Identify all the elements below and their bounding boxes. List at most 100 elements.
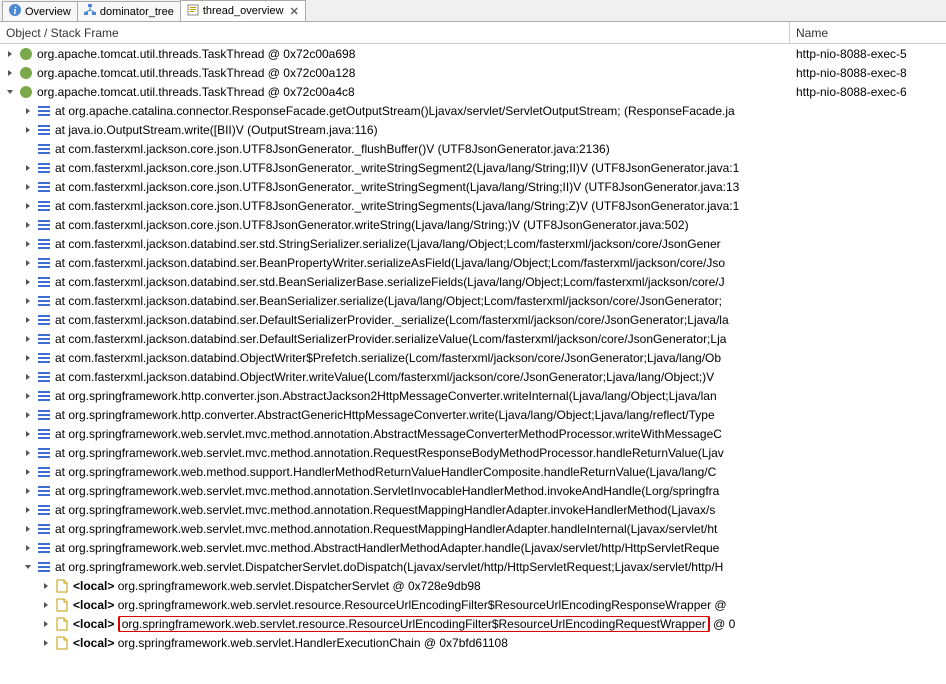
column-headers: Object / Stack Frame Name [0,22,946,44]
row-label: at org.springframework.web.servlet.Dispa… [55,560,723,574]
tree-row[interactable]: at org.apache.catalina.connector.Respons… [0,101,946,120]
tree-row[interactable]: <local> org.springframework.web.servlet.… [0,595,946,614]
tree-row[interactable]: at org.springframework.web.servlet.mvc.m… [0,481,946,500]
stack-icon [36,464,52,480]
expand-closed-icon[interactable] [22,124,34,136]
close-icon[interactable]: ✕ [290,5,299,18]
tab-dominator-tree[interactable]: dominator_tree [77,1,181,21]
expand-closed-icon[interactable] [22,409,34,421]
expand-closed-icon[interactable] [22,238,34,250]
tree-row[interactable]: at org.springframework.web.servlet.mvc.m… [0,519,946,538]
file-icon [54,597,70,613]
expand-closed-icon[interactable] [22,219,34,231]
tree-row[interactable]: at com.fasterxml.jackson.core.json.UTF8J… [0,139,946,158]
tree-row[interactable]: at org.springframework.http.converter.js… [0,386,946,405]
stack-icon [36,426,52,442]
tree-row[interactable]: at java.io.OutputStream.write([BII)V (Ou… [0,120,946,139]
expand-closed-icon[interactable] [22,371,34,383]
row-label: at com.fasterxml.jackson.databind.ser.De… [55,332,726,346]
stack-icon [36,236,52,252]
row-label: org.apache.tomcat.util.threads.TaskThrea… [37,66,355,80]
expand-closed-icon[interactable] [22,485,34,497]
tree-row[interactable]: at com.fasterxml.jackson.databind.Object… [0,367,946,386]
row-label: at org.springframework.http.converter.js… [55,389,717,403]
stack-icon [36,274,52,290]
tree-row[interactable]: at org.springframework.web.servlet.mvc.m… [0,538,946,557]
row-label: at com.fasterxml.jackson.databind.ser.st… [55,275,725,289]
expand-closed-icon[interactable] [22,504,34,516]
tree-row[interactable]: at org.springframework.web.servlet.Dispa… [0,557,946,576]
row-label: at com.fasterxml.jackson.core.json.UTF8J… [55,218,689,232]
tree-row[interactable]: <local> org.springframework.web.servlet.… [0,576,946,595]
expand-closed-icon[interactable] [4,67,16,79]
row-label: at org.springframework.web.servlet.mvc.m… [55,446,724,460]
tree-row[interactable]: at org.springframework.http.converter.Ab… [0,405,946,424]
column-object[interactable]: Object / Stack Frame [0,22,790,43]
tree-row[interactable]: at com.fasterxml.jackson.core.json.UTF8J… [0,196,946,215]
tree-row[interactable]: at com.fasterxml.jackson.databind.ser.st… [0,272,946,291]
tree-view[interactable]: org.apache.tomcat.util.threads.TaskThrea… [0,44,946,684]
stack-icon [36,103,52,119]
tree-row[interactable]: at com.fasterxml.jackson.databind.ser.Be… [0,291,946,310]
expand-closed-icon[interactable] [22,390,34,402]
stack-icon [36,179,52,195]
tree-row[interactable]: <local> org.springframework.web.servlet.… [0,633,946,652]
tab-label: thread_overview [203,5,284,17]
tab-label: dominator_tree [100,6,174,18]
column-name[interactable]: Name [790,22,946,43]
expand-closed-icon[interactable] [40,580,52,592]
tree-row[interactable]: at org.springframework.web.servlet.mvc.m… [0,424,946,443]
expand-closed-icon[interactable] [22,333,34,345]
tree-row[interactable]: at com.fasterxml.jackson.databind.ser.Be… [0,253,946,272]
tree-row[interactable]: at com.fasterxml.jackson.databind.Object… [0,348,946,367]
stack-icon [36,445,52,461]
expand-closed-icon[interactable] [22,428,34,440]
stack-icon [36,369,52,385]
tree-row[interactable]: org.apache.tomcat.util.threads.TaskThrea… [0,44,946,63]
expand-closed-icon[interactable] [40,637,52,649]
expand-closed-icon[interactable] [22,523,34,535]
tab-thread-overview[interactable]: thread_overview ✕ [180,0,306,21]
stack-icon [36,312,52,328]
expand-closed-icon[interactable] [22,200,34,212]
expand-closed-icon[interactable] [22,105,34,117]
row-label: at com.fasterxml.jackson.core.json.UTF8J… [55,199,739,213]
expand-closed-icon[interactable] [22,314,34,326]
stack-icon [36,198,52,214]
tree-row[interactable]: at org.springframework.web.method.suppor… [0,462,946,481]
expand-closed-icon[interactable] [40,618,52,630]
tree-row[interactable]: at org.springframework.web.servlet.mvc.m… [0,443,946,462]
row-label: at com.fasterxml.jackson.databind.ser.Be… [55,294,722,308]
expand-closed-icon[interactable] [22,352,34,364]
tree-row[interactable]: at com.fasterxml.jackson.core.json.UTF8J… [0,177,946,196]
expand-closed-icon[interactable] [22,162,34,174]
tree-row[interactable]: at com.fasterxml.jackson.core.json.UTF8J… [0,215,946,234]
tree-row[interactable]: org.apache.tomcat.util.threads.TaskThrea… [0,82,946,101]
row-label: at com.fasterxml.jackson.databind.ser.Be… [55,256,725,270]
tree-row[interactable]: at com.fasterxml.jackson.core.json.UTF8J… [0,158,946,177]
tree-row[interactable]: at com.fasterxml.jackson.databind.ser.st… [0,234,946,253]
expand-closed-icon[interactable] [22,295,34,307]
tab-overview[interactable]: i Overview [2,1,78,21]
expand-closed-icon[interactable] [40,599,52,611]
row-label: <local> org.springframework.web.servlet.… [73,579,481,593]
tree-row[interactable]: <local> org.springframework.web.servlet.… [0,614,946,633]
tree-row[interactable]: org.apache.tomcat.util.threads.TaskThrea… [0,63,946,82]
row-label: at org.springframework.web.servlet.mvc.m… [55,541,719,555]
expand-closed-icon[interactable] [22,257,34,269]
expand-closed-icon[interactable] [22,181,34,193]
expand-closed-icon[interactable] [22,466,34,478]
tree-row[interactable]: at com.fasterxml.jackson.databind.ser.De… [0,329,946,348]
expand-closed-icon[interactable] [22,276,34,288]
expand-closed-icon[interactable] [22,447,34,459]
tree-row[interactable]: at org.springframework.web.servlet.mvc.m… [0,500,946,519]
expand-open-icon[interactable] [4,86,16,98]
expand-open-icon[interactable] [22,561,34,573]
expand-closed-icon[interactable] [4,48,16,60]
expand-closed-icon[interactable] [22,542,34,554]
stack-icon [36,350,52,366]
row-name: http-nio-8088-exec-5 [790,47,946,61]
tree-row[interactable]: at com.fasterxml.jackson.databind.ser.De… [0,310,946,329]
stack-icon [36,160,52,176]
row-label: at java.io.OutputStream.write([BII)V (Ou… [55,123,378,137]
